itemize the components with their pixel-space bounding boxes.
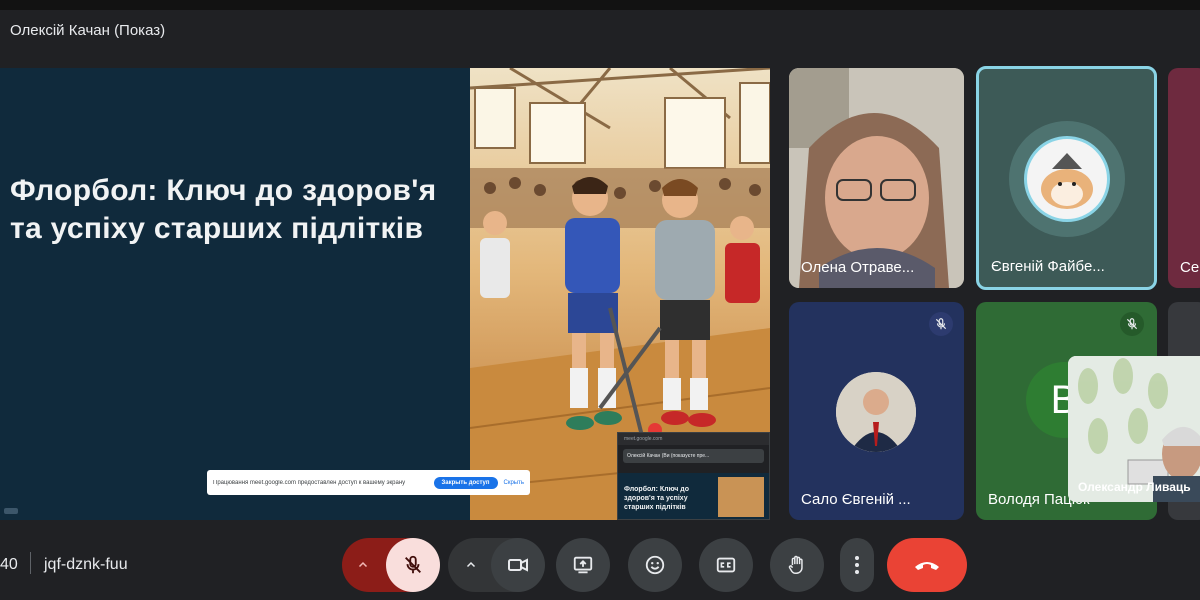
avatar [836,372,916,452]
self-view-name: Олександр Ливаць [1078,480,1191,494]
participant-tile[interactable]: Се [1168,68,1200,288]
participant-name: Євгеній Файбе... [991,258,1105,275]
participant-video [789,68,964,288]
divider [30,552,31,574]
reactions-button[interactable] [628,538,682,592]
chevron-up-icon [466,561,476,568]
hand-icon [788,555,803,574]
audio-options-button[interactable] [348,552,378,578]
slide-corner-icon [4,508,18,514]
participant-name: Олена Отраве... [801,259,915,276]
hide-notification-link[interactable]: Скрыть [504,480,524,486]
screen-share-notification: Працювання meet.google.com предоставлен … [207,470,530,495]
share-notification-text: Працювання meet.google.com предоставлен … [213,479,406,486]
preview-slide-title: Флорбол: Ключ до здоров'я та успіху стар… [624,486,690,511]
avatar [1024,136,1110,222]
captions-button[interactable] [699,538,753,592]
preview-slide-image [718,477,764,517]
captions-icon [716,557,736,573]
stop-sharing-button[interactable]: Закрыть доступ [433,476,498,489]
participant-name: Сало Євгеній ... [801,491,911,508]
participant-photo [836,372,916,452]
camera-icon [508,558,528,572]
preview-slide: Флорбол: Ключ до здоров'я та успіху стар… [618,473,769,519]
participant-tile-active[interactable]: Євгеній Файбе... [976,66,1157,290]
emoji-icon [645,555,665,575]
participant-name: Се [1180,259,1200,276]
hang-up-icon [915,562,939,570]
presentation-preview-window[interactable]: meet.google.com Олексій Качан (Ви (показ… [617,432,770,520]
mic-off-icon [929,312,953,336]
video-options-button[interactable] [456,552,486,578]
self-view[interactable]: Олександр Ливаць [1068,356,1200,502]
camera-toggle-button[interactable] [491,538,545,592]
hamster-avatar-image [1041,153,1093,209]
preview-url: meet.google.com [618,433,769,445]
presenter-name: Олексій Качан (Показ) [10,21,166,39]
meeting-code: jqf-dznk-fuu [44,556,128,573]
presentation-header: Олексій Качан (Показ) [0,10,1200,50]
more-options-button[interactable] [840,538,874,592]
presentation-slide: Флорбол: Ключ до здоров'я та успіху стар… [0,68,470,520]
present-screen-icon [573,556,593,574]
browser-top-strip [0,0,1200,10]
chevron-up-icon [358,561,368,568]
more-vert-icon [855,556,859,574]
participant-tile[interactable]: Олена Отраве... [789,68,964,288]
leave-call-button[interactable] [887,538,967,592]
mic-off-icon [1120,312,1144,336]
mic-off-icon [405,555,421,574]
meeting-time: 40 [0,556,18,573]
mic-toggle-button[interactable] [386,538,440,592]
present-screen-button[interactable] [556,538,610,592]
raise-hand-button[interactable] [770,538,824,592]
preview-tab: Олексій Качан (Ви (показуєте пре... [623,449,764,463]
participant-tile[interactable]: Сало Євгеній ... [789,302,964,520]
slide-title: Флорбол: Ключ до здоров'я та успіху стар… [10,174,437,245]
